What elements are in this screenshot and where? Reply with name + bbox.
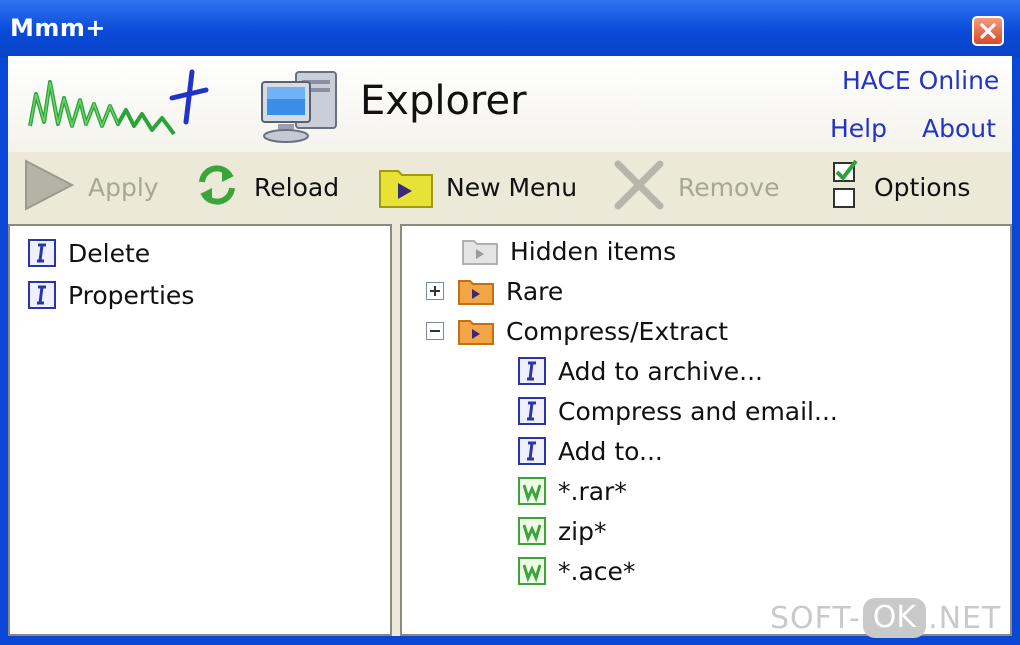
tree-child-item[interactable]: *.rar* <box>518 472 627 510</box>
close-icon <box>980 23 996 39</box>
tree-child-item[interactable]: Add to archive... <box>518 352 763 390</box>
tree-item-rare[interactable]: Rare <box>426 272 563 310</box>
tree-item-label: *.rar* <box>558 476 627 506</box>
orange-folder-icon <box>458 277 494 305</box>
list-item-label: Delete <box>68 238 151 268</box>
tree-child-item[interactable]: zip* <box>518 512 606 550</box>
mmm-logo <box>22 64 222 150</box>
expand-plus-icon[interactable] <box>426 282 444 300</box>
w-icon <box>518 517 546 545</box>
apply-label: Apply <box>88 172 159 202</box>
tree-item-label: zip* <box>558 516 607 546</box>
tree-item-label: Compress and email... <box>558 396 838 426</box>
list-item-label: Properties <box>68 280 195 310</box>
new-menu-label: New Menu <box>446 172 578 202</box>
client-area: Explorer HACE Online Help About Apply Re… <box>8 56 1012 636</box>
header-banner: Explorer HACE Online Help About <box>8 56 1012 152</box>
remove-button[interactable]: Remove <box>612 152 779 222</box>
tree-item-label: Add to archive... <box>558 356 763 386</box>
reload-icon <box>192 160 242 214</box>
tree-child-item[interactable]: Compress and email... <box>518 392 838 430</box>
collapse-minus-icon[interactable] <box>426 322 444 340</box>
tree-child-item[interactable]: Add to... <box>518 432 663 470</box>
options-checkbox-icon <box>830 157 862 217</box>
remove-label: Remove <box>678 172 780 202</box>
tree-item-label: Rare <box>506 276 564 306</box>
watermark-left: SOFT- <box>770 600 861 636</box>
i-icon <box>28 281 56 309</box>
new-menu-button[interactable]: New Menu <box>378 152 577 222</box>
i-icon <box>518 357 546 385</box>
menu-tree-pane[interactable]: Hidden items Rare Compress/Extract Add t… <box>400 224 1012 636</box>
w-icon <box>518 557 546 585</box>
gray-folder-icon <box>462 237 498 265</box>
i-icon <box>518 397 546 425</box>
tree-child-item[interactable]: *.ace* <box>518 552 635 590</box>
w-icon <box>518 477 546 505</box>
orange-folder-icon <box>458 317 494 345</box>
watermark: SOFT- OK .NET <box>770 598 1001 638</box>
apply-button[interactable]: Apply <box>20 152 159 222</box>
play-arrow-icon <box>20 157 76 217</box>
tree-item-label: Compress/Extract <box>506 316 729 346</box>
title-bar[interactable]: Mmm+ <box>0 0 1020 58</box>
close-button[interactable] <box>972 16 1004 46</box>
tree-item-label: Hidden items <box>510 236 677 266</box>
toolbar: Apply Reload New Menu Remove Options <box>8 152 1012 222</box>
reload-label: Reload <box>254 172 340 202</box>
remove-x-icon <box>612 158 666 216</box>
tree-item-hidden[interactable]: Hidden items <box>462 232 676 270</box>
options-button[interactable]: Options <box>830 152 970 222</box>
left-list-pane[interactable]: Delete Properties <box>8 224 392 636</box>
list-item-delete[interactable]: Delete <box>28 234 150 272</box>
new-menu-folder-icon <box>378 161 434 213</box>
page-title: Explorer <box>360 78 527 124</box>
watermark-ok: OK <box>862 598 927 638</box>
tree-item-label: *.ace* <box>558 556 636 586</box>
window-title: Mmm+ <box>10 14 107 42</box>
tree-item-compress-extract[interactable]: Compress/Extract <box>426 312 728 350</box>
help-link[interactable]: Help <box>830 114 887 143</box>
tree-item-label: Add to... <box>558 436 663 466</box>
reload-button[interactable]: Reload <box>192 152 339 222</box>
hace-online-link[interactable]: HACE Online <box>842 66 999 95</box>
list-item-properties[interactable]: Properties <box>28 276 194 314</box>
i-icon <box>28 239 56 267</box>
watermark-right: .NET <box>928 600 1002 636</box>
computer-icon <box>258 68 344 148</box>
i-icon <box>518 437 546 465</box>
about-link[interactable]: About <box>922 114 996 143</box>
app-window: Mmm+ Explorer HACE Online Help About App… <box>0 0 1020 645</box>
options-label: Options <box>874 172 971 202</box>
